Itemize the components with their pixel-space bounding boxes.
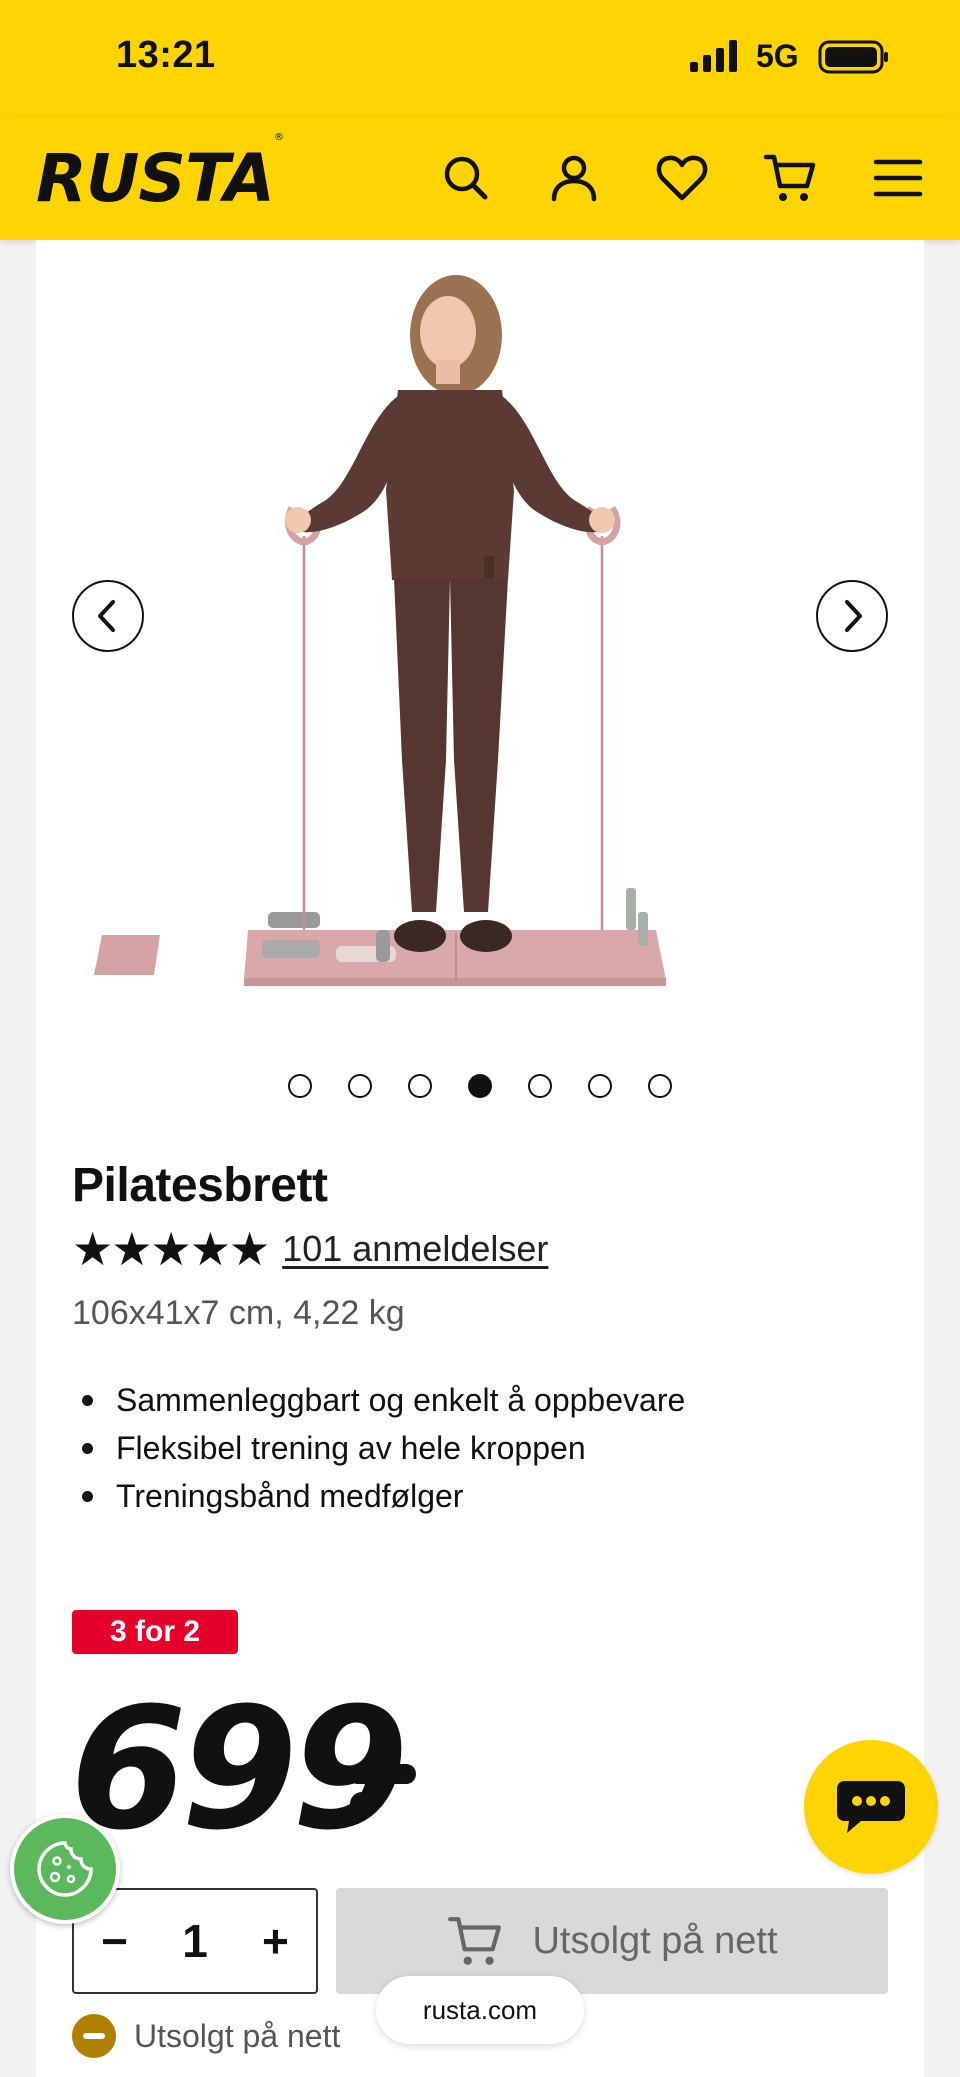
cart-icon — [448, 1917, 502, 1965]
quantity-increase-button[interactable]: + — [262, 1914, 289, 1968]
promo-badge: 3 for 2 — [72, 1610, 238, 1654]
gallery-pagination — [0, 1074, 960, 1098]
unavailable-icon — [72, 2014, 116, 2058]
reviews-link[interactable]: 101 anmeldelser — [282, 1228, 548, 1270]
status-bar: 13:21 5G — [0, 0, 960, 118]
chevron-left-icon — [98, 600, 115, 632]
feature-item: Treningsbånd medfølger — [81, 1472, 685, 1520]
price-dot — [350, 1792, 374, 1816]
quantity-stepper: − 1 + — [72, 1888, 318, 1994]
feature-item: Sammenleggbart og enkelt å oppbevare — [81, 1376, 685, 1424]
online-availability: Utsolgt på nett — [72, 2014, 340, 2058]
gallery-dot[interactable] — [648, 1074, 672, 1098]
feature-list: Sammenleggbart og enkelt å oppbevare Fle… — [81, 1376, 685, 1520]
gallery-dot[interactable] — [288, 1074, 312, 1098]
gallery-next-button[interactable] — [816, 580, 888, 652]
add-to-cart-label: Utsolgt på nett — [532, 1919, 778, 1962]
price-dash — [348, 1764, 416, 1784]
gallery-dot[interactable] — [588, 1074, 612, 1098]
product-image — [94, 275, 666, 986]
quantity-decrease-button[interactable]: − — [101, 1914, 128, 1968]
feature-item: Fleksibel trening av hele kroppen — [81, 1424, 685, 1472]
status-time: 13:21 — [116, 34, 216, 76]
account-icon[interactable] — [542, 146, 606, 210]
gallery-dot[interactable] — [468, 1074, 492, 1098]
rusta-logo[interactable]: RUSTA® — [36, 132, 284, 217]
signal-icon — [690, 40, 737, 72]
browser-url-bar[interactable]: rusta.com — [376, 1976, 584, 2044]
gallery-prev-button[interactable] — [72, 580, 144, 652]
network-type: 5G — [756, 38, 799, 74]
product-rating: ★★★★★ 101 anmeldelser — [72, 1224, 548, 1274]
menu-icon[interactable] — [866, 146, 930, 210]
availability-text: Utsolgt på nett — [134, 2017, 341, 2054]
heart-icon[interactable] — [650, 146, 714, 210]
product-title: Pilatesbrett — [72, 1159, 328, 1212]
search-icon[interactable] — [434, 146, 498, 210]
site-header: RUSTA® — [0, 118, 960, 240]
product-image-gallery[interactable] — [36, 240, 924, 1040]
cookie-settings-button[interactable] — [10, 1814, 120, 1924]
gallery-dot[interactable] — [348, 1074, 372, 1098]
gallery-dot[interactable] — [528, 1074, 552, 1098]
quantity-value[interactable]: 1 — [182, 1914, 208, 1968]
cart-icon[interactable] — [758, 146, 822, 210]
battery-icon — [818, 40, 888, 74]
chevron-right-icon — [845, 600, 862, 632]
chat-icon — [837, 1781, 905, 1833]
star-rating-icon: ★★★★★ — [72, 1223, 270, 1275]
cookie-icon — [37, 1841, 93, 1897]
chat-button[interactable] — [804, 1740, 938, 1874]
gallery-dot[interactable] — [408, 1074, 432, 1098]
product-dimensions: 106x41x7 cm, 4,22 kg — [72, 1294, 405, 1332]
